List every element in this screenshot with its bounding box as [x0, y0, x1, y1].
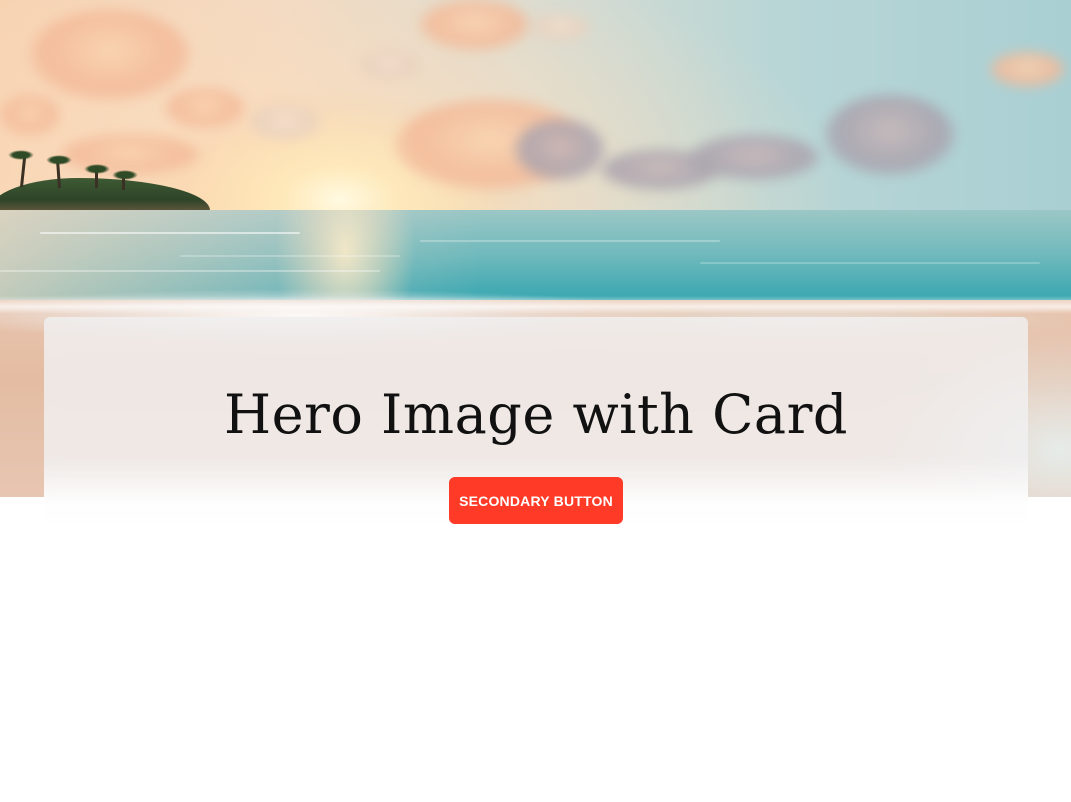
hero-card: Hero Image with Card SECONDARY BUTTON	[44, 317, 1028, 527]
card-title: Hero Image with Card	[224, 383, 848, 446]
wave-line	[40, 232, 300, 234]
hero-shoreline	[0, 296, 1071, 314]
cloud	[420, 0, 530, 50]
cloud	[30, 10, 190, 100]
page: Hero Image with Card SECONDARY BUTTON	[0, 0, 1071, 802]
cloud	[515, 120, 605, 180]
cloud	[250, 105, 320, 140]
wave-line	[700, 262, 1040, 264]
wave-line	[420, 240, 720, 242]
cloud	[690, 135, 820, 180]
cloud	[530, 15, 590, 40]
cloud	[60, 135, 200, 175]
cloud	[0, 95, 60, 135]
cloud	[360, 50, 420, 80]
palm-frond	[46, 155, 72, 165]
wave-line	[180, 255, 400, 257]
cloud	[825, 95, 955, 175]
palm-frond	[84, 164, 110, 174]
cloud	[990, 52, 1065, 87]
palm-frond	[112, 170, 138, 180]
secondary-button[interactable]: SECONDARY BUTTON	[449, 477, 623, 524]
wave-line	[0, 270, 380, 272]
cloud	[165, 88, 245, 128]
palm-frond	[8, 150, 34, 160]
